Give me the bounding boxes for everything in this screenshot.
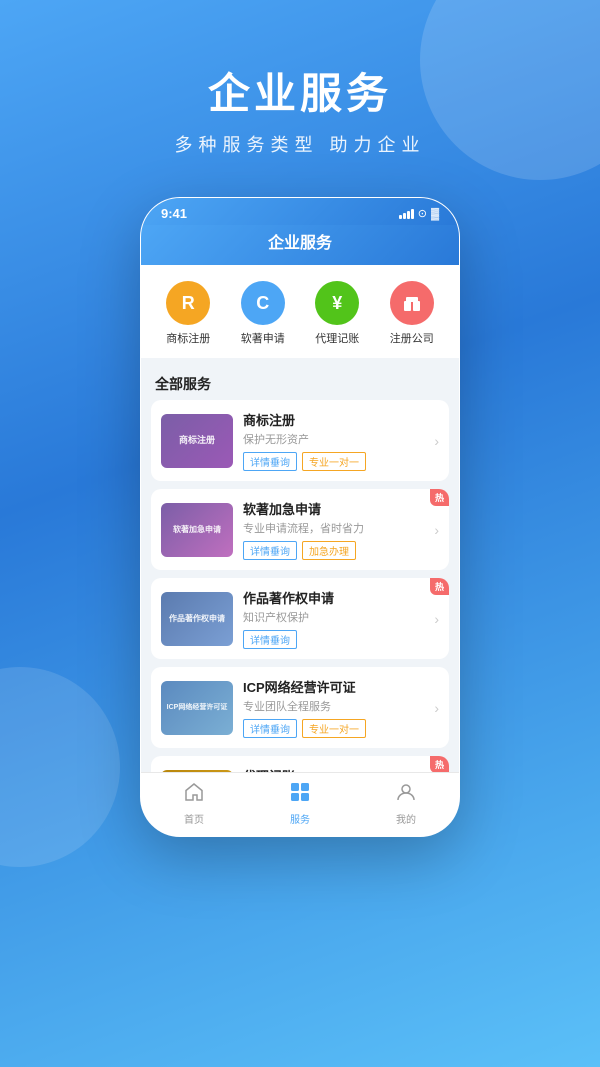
service-info-software: 软著加急申请 专业申请流程，省时省力 详情垂询 加急办理: [243, 499, 424, 560]
agent-icon: ¥: [315, 281, 359, 325]
hot-badge-copyright: 热: [430, 578, 449, 595]
tab-mine[interactable]: 我的: [376, 781, 436, 826]
signal-icon: [399, 209, 414, 219]
page-title: 企业服务: [0, 60, 600, 121]
agent-label: 代理记账: [315, 330, 359, 346]
mine-icon: [395, 781, 417, 809]
bg-circle-bottom-left: [0, 667, 120, 867]
service-item-trademark[interactable]: 商标注册 商标注册 保护无形资产 详情垂询 专业一对一 ›: [151, 400, 449, 481]
software-icon: C: [241, 281, 285, 325]
service-name-bookkeeping: 代理记账: [243, 766, 424, 772]
home-icon: [183, 781, 205, 809]
tag-3-0: 详情垂询: [243, 719, 297, 738]
tag-1-1: 加急办理: [302, 541, 356, 560]
service-name-copyright: 作品著作权申请: [243, 588, 424, 607]
tag-3-1: 专业一对一: [302, 719, 366, 738]
service-info-copyright: 作品著作权申请 知识产权保护 详情垂询: [243, 588, 424, 649]
hot-badge-software: 热: [430, 489, 449, 506]
tag-0-1: 专业一对一: [302, 452, 366, 471]
service-tags-software: 详情垂询 加急办理: [243, 541, 424, 560]
section-header: 全部服务: [141, 366, 459, 400]
service-desc-copyright: 知识产权保护: [243, 609, 424, 625]
chevron-software: ›: [434, 522, 439, 538]
tab-services[interactable]: 服务: [270, 781, 330, 826]
service-item-bookkeeping[interactable]: 热 代理记账 代理记账 专业财会团队服务 详情垂询 初创首选 ›: [151, 756, 449, 772]
phone-frame: 9:41 ⊙ ▓ 企业服务 R 商标注册: [140, 197, 460, 837]
service-info-trademark: 商标注册 保护无形资产 详情垂询 专业一对一: [243, 410, 424, 471]
page-header: 企业服务 多种服务类型 助力企业: [0, 0, 600, 187]
page-subtitle: 多种服务类型 助力企业: [0, 131, 600, 157]
thumbnail-icp: ICP网络经营许可证: [161, 681, 233, 735]
phone-mockup: 9:41 ⊙ ▓ 企业服务 R 商标注册: [140, 197, 460, 837]
thumbnail-trademark: 商标注册: [161, 414, 233, 468]
service-tags-trademark: 详情垂询 专业一对一: [243, 452, 424, 471]
status-icons: ⊙ ▓: [399, 207, 439, 220]
quick-item-trademark[interactable]: R 商标注册: [166, 281, 210, 346]
service-desc-icp: 专业团队全程服务: [243, 698, 424, 714]
tab-services-label: 服务: [290, 811, 310, 826]
service-tags-icp: 详情垂询 专业一对一: [243, 719, 424, 738]
software-label: 软著申请: [241, 330, 285, 346]
service-item-software[interactable]: 热 软著加急申请 软著加急申请 专业申请流程，省时省力 详情垂询 加急办理 ›: [151, 489, 449, 570]
chevron-icp: ›: [434, 700, 439, 716]
company-icon: [390, 281, 434, 325]
quick-item-software[interactable]: C 软著申请: [241, 281, 285, 346]
thumbnail-software: 软著加急申请: [161, 503, 233, 557]
trademark-label: 商标注册: [166, 330, 210, 346]
chevron-copyright: ›: [434, 611, 439, 627]
tag-2-0: 详情垂询: [243, 630, 297, 649]
quick-icons-row: R 商标注册 C 软著申请 ¥ 代理记账: [141, 265, 459, 358]
phone-navbar: 企业服务: [141, 225, 459, 265]
service-name-icp: ICP网络经营许可证: [243, 677, 424, 696]
tag-1-0: 详情垂询: [243, 541, 297, 560]
service-item-copyright[interactable]: 热 作品著作权申请 作品著作权申请 知识产权保护 详情垂询 ›: [151, 578, 449, 659]
tab-home[interactable]: 首页: [164, 781, 224, 826]
service-desc-trademark: 保护无形资产: [243, 431, 424, 447]
service-item-icp[interactable]: ICP网络经营许可证 ICP网络经营许可证 专业团队全程服务 详情垂询 专业一对…: [151, 667, 449, 748]
quick-item-agent[interactable]: ¥ 代理记账: [315, 281, 359, 346]
phone-nav-title: 企业服务: [268, 235, 332, 252]
service-name-software: 软著加急申请: [243, 499, 424, 518]
service-name-trademark: 商标注册: [243, 410, 424, 429]
status-bar: 9:41 ⊙ ▓: [141, 198, 459, 225]
service-info-bookkeeping: 代理记账 专业财会团队服务 详情垂询 初创首选: [243, 766, 424, 772]
service-tags-copyright: 详情垂询: [243, 630, 424, 649]
hot-badge-bookkeeping: 热: [430, 756, 449, 772]
wifi-icon: ⊙: [418, 207, 427, 220]
tab-mine-label: 我的: [396, 811, 416, 826]
chevron-trademark: ›: [434, 433, 439, 449]
service-desc-software: 专业申请流程，省时省力: [243, 520, 424, 536]
company-label: 注册公司: [390, 330, 434, 346]
status-time: 9:41: [161, 206, 187, 221]
battery-icon: ▓: [431, 208, 439, 220]
tag-0-0: 详情垂询: [243, 452, 297, 471]
tab-home-label: 首页: [184, 811, 204, 826]
phone-content: R 商标注册 C 软著申请 ¥ 代理记账: [141, 265, 459, 772]
thumbnail-copyright: 作品著作权申请: [161, 592, 233, 646]
quick-item-company[interactable]: 注册公司: [390, 281, 434, 346]
services-icon: [289, 781, 311, 809]
trademark-icon: R: [166, 281, 210, 325]
service-info-icp: ICP网络经营许可证 专业团队全程服务 详情垂询 专业一对一: [243, 677, 424, 738]
service-list: 商标注册 商标注册 保护无形资产 详情垂询 专业一对一 › 热: [141, 400, 459, 772]
thumbnail-bookkeeping: 代理记账: [161, 770, 233, 773]
tab-bar: 首页 服务: [141, 772, 459, 836]
